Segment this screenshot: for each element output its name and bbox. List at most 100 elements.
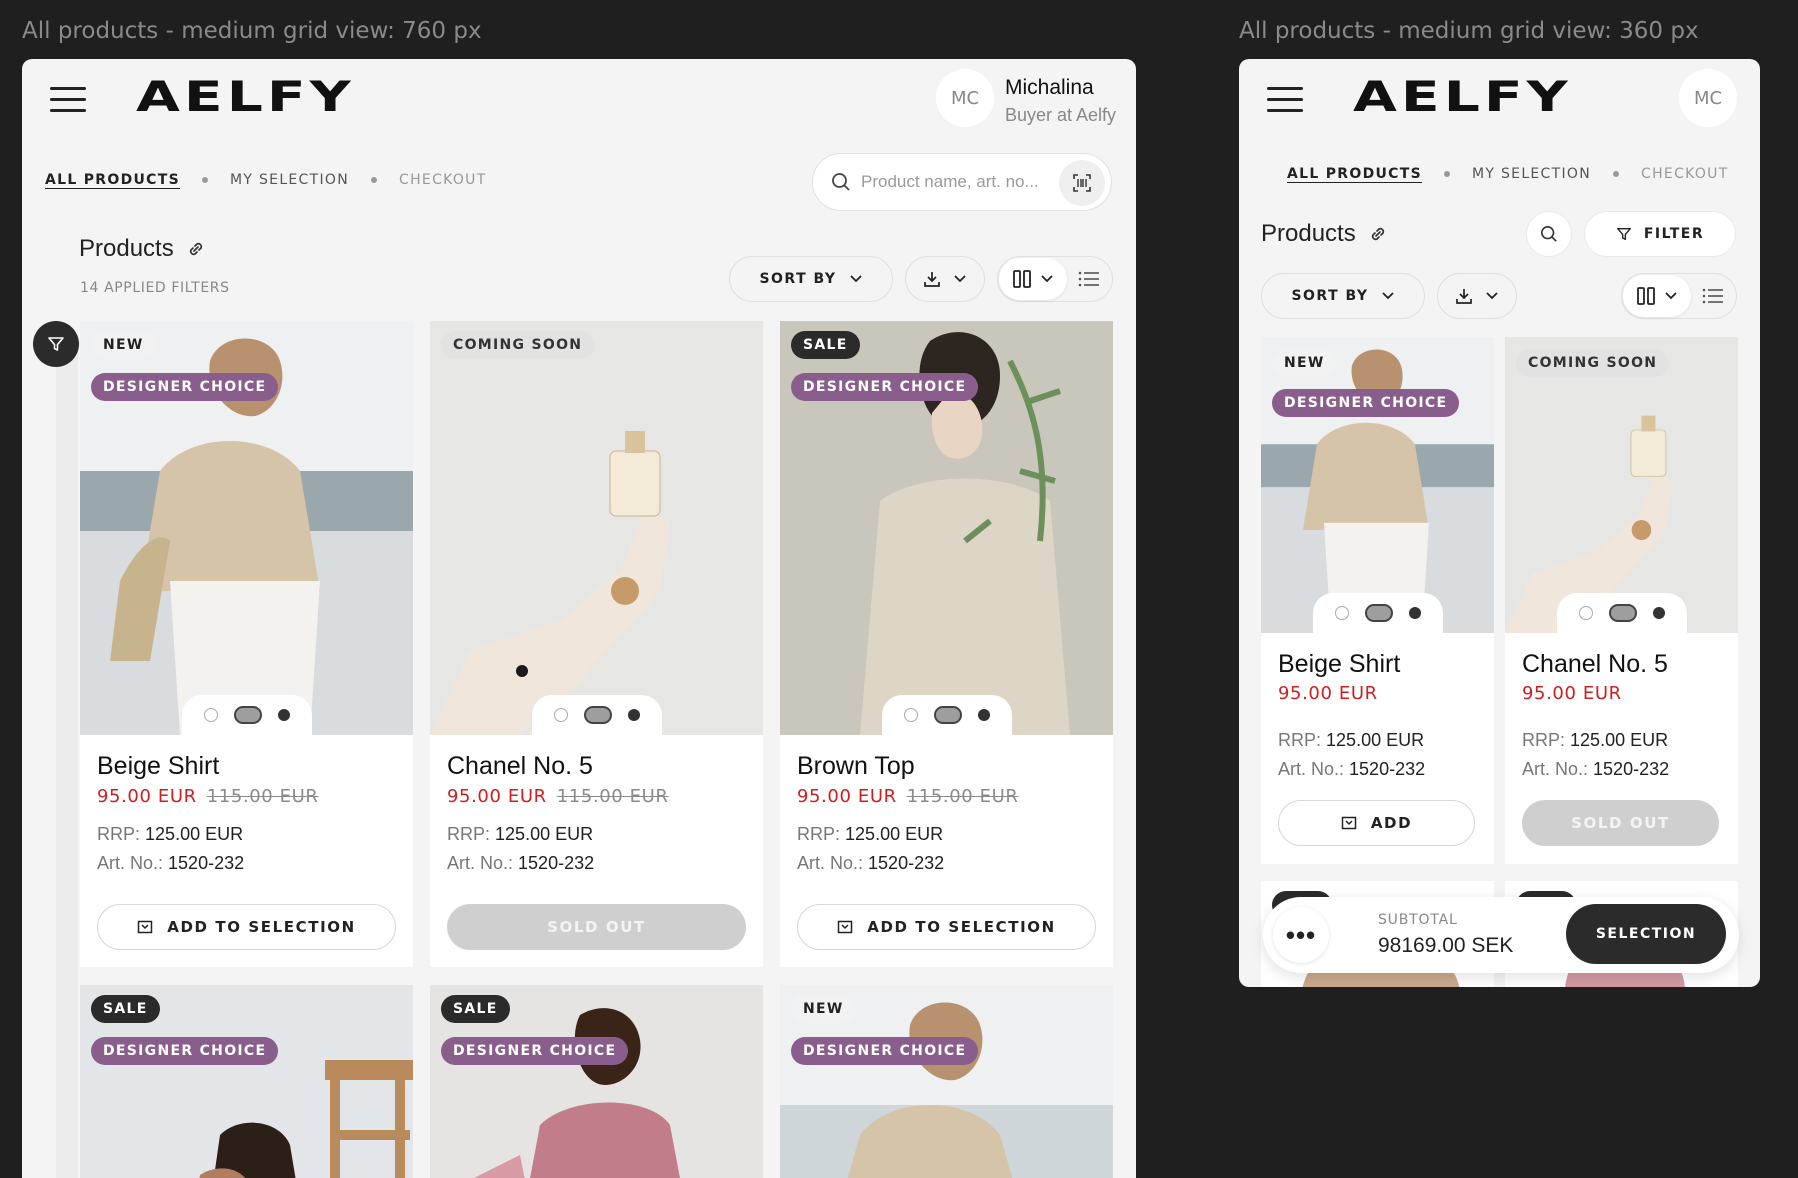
- nav-all-products[interactable]: ALL PRODUCTS: [1287, 166, 1422, 182]
- link-icon[interactable]: [186, 239, 206, 259]
- grid-view-button[interactable]: [1623, 275, 1691, 317]
- more-options-button[interactable]: •••: [1273, 907, 1329, 963]
- swatch-white[interactable]: [903, 708, 918, 722]
- product-name[interactable]: Beige Shirt: [97, 752, 219, 781]
- download-button[interactable]: [905, 256, 985, 302]
- product-image[interactable]: [430, 321, 763, 735]
- cart-icon: [137, 920, 153, 934]
- product-price: 95.00 EUR 115.00 EUR: [447, 786, 668, 807]
- color-swatches: [881, 695, 1012, 735]
- nav-my-selection[interactable]: MY SELECTION: [1472, 166, 1591, 182]
- download-button[interactable]: [1437, 273, 1517, 319]
- search-button[interactable]: [1526, 211, 1572, 257]
- search-icon: [1540, 225, 1557, 242]
- product-card[interactable]: SALE DESIGNER CHOICE: [80, 985, 413, 1178]
- hamburger-icon[interactable]: [50, 87, 86, 113]
- filter-icon: [48, 337, 64, 351]
- selection-button[interactable]: SELECTION: [1566, 904, 1726, 964]
- scan-button[interactable]: [1059, 160, 1105, 206]
- product-art-no: Art. No.: 1520-232: [797, 853, 944, 874]
- swatch-grey[interactable]: [1608, 604, 1637, 622]
- nav-separator: [371, 177, 378, 183]
- add-to-selection-button[interactable]: ADD TO SELECTION: [797, 904, 1096, 950]
- add-to-selection-button[interactable]: ADD TO SELECTION: [97, 904, 396, 950]
- product-rrp: RRP: 125.00 EUR: [797, 824, 943, 845]
- product-card[interactable]: SALE DESIGNER CHOICE: [430, 985, 763, 1178]
- swatch-grey[interactable]: [583, 706, 612, 724]
- old-price: 115.00 EUR: [206, 786, 319, 807]
- nav-checkout[interactable]: CHECKOUT: [399, 172, 487, 188]
- product-rrp: RRP: 125.00 EUR: [1278, 730, 1424, 751]
- product-price: 95.00 EUR: [1522, 683, 1622, 704]
- user-role: Buyer at Aelfy: [1005, 105, 1117, 125]
- view-toggle: [997, 256, 1113, 302]
- product-image[interactable]: [1261, 337, 1494, 633]
- product-card[interactable]: NEW DESIGNER CHOICE: [780, 985, 1113, 1178]
- swatch-white[interactable]: [1578, 606, 1593, 620]
- product-card[interactable]: NEW DESIGNER CHOICE Beige Shirt 95.00 EU…: [1261, 337, 1494, 864]
- swatch-grey[interactable]: [933, 706, 962, 724]
- add-label: ADD: [1370, 814, 1413, 832]
- product-card[interactable]: COMING SOON Chanel No. 5 95.00 EUR RRP: …: [1505, 337, 1738, 864]
- product-name[interactable]: Chanel No. 5: [1522, 650, 1668, 679]
- list-view-icon: [1078, 271, 1099, 287]
- caption-left: All products - medium grid view: 760 px: [22, 18, 482, 44]
- search-input[interactable]: [861, 172, 1061, 192]
- nav-my-selection[interactable]: MY SELECTION: [230, 172, 349, 188]
- color-swatches: [1556, 593, 1687, 633]
- avatar[interactable]: MC: [1679, 69, 1737, 127]
- nav-all-products[interactable]: ALL PRODUCTS: [45, 172, 180, 188]
- swatch-grey[interactable]: [1364, 604, 1393, 622]
- color-swatches: [181, 695, 312, 735]
- logo[interactable]: AELFY: [1353, 72, 1572, 121]
- swatch-black[interactable]: [277, 709, 290, 721]
- chevron-down-icon: [954, 275, 966, 283]
- caption-right: All products - medium grid view: 360 px: [1239, 18, 1699, 44]
- sort-by-button[interactable]: SORT BY: [1261, 273, 1425, 319]
- hamburger-icon[interactable]: [1267, 87, 1303, 113]
- rrp-value: 125.00 EUR: [495, 824, 594, 844]
- product-art-no: Art. No.: 1520-232: [1522, 759, 1669, 780]
- filter-button[interactable]: [33, 321, 79, 367]
- swatch-white[interactable]: [1334, 606, 1349, 620]
- swatch-white[interactable]: [553, 708, 568, 722]
- add-button[interactable]: ADD: [1278, 800, 1475, 846]
- breadcrumb-nav: ALL PRODUCTS MY SELECTION CHECKOUT: [1287, 166, 1729, 182]
- rrp-value: 125.00 EUR: [1326, 730, 1425, 750]
- cart-icon: [1341, 816, 1357, 830]
- product-name[interactable]: Chanel No. 5: [447, 752, 593, 781]
- product-image[interactable]: [1505, 337, 1738, 633]
- swatch-white[interactable]: [203, 708, 218, 722]
- product-name[interactable]: Brown Top: [797, 752, 915, 781]
- badge-designer-choice: DESIGNER CHOICE: [91, 373, 279, 401]
- swatch-black[interactable]: [977, 709, 990, 721]
- swatch-grey[interactable]: [233, 706, 262, 724]
- art-no-value: 1520-232: [868, 853, 945, 873]
- filter-button[interactable]: FILTER: [1584, 211, 1736, 257]
- chevron-down-icon: [1041, 275, 1053, 283]
- link-icon[interactable]: [1368, 224, 1388, 244]
- product-card[interactable]: COMING SOON Chanel No. 5 95.00 EUR 115.00…: [430, 321, 763, 967]
- filter-rail: [56, 344, 78, 1178]
- swatch-black[interactable]: [1408, 607, 1421, 619]
- chevron-down-icon: [1486, 292, 1498, 300]
- cart-icon: [837, 920, 853, 934]
- product-card[interactable]: NEW DESIGNER CHOICE Beige Shirt 95.00 EU…: [80, 321, 413, 967]
- avatar[interactable]: MC: [936, 69, 994, 127]
- applied-filters-count[interactable]: 14 APPLIED FILTERS: [80, 280, 230, 296]
- sold-out-button: SOLD OUT: [1522, 800, 1719, 846]
- badge-designer-choice: DESIGNER CHOICE: [791, 1037, 979, 1065]
- current-price: 95.00 EUR: [797, 786, 897, 807]
- logo[interactable]: AELFY: [136, 72, 355, 121]
- grid-view-button[interactable]: [999, 258, 1067, 300]
- list-view-button[interactable]: [1067, 258, 1111, 300]
- product-card[interactable]: SALE DESIGNER CHOICE Brown Top 95.00 EUR…: [780, 321, 1113, 967]
- product-name[interactable]: Beige Shirt: [1278, 650, 1400, 679]
- list-view-button[interactable]: [1691, 275, 1735, 317]
- rrp-value: 125.00 EUR: [1570, 730, 1669, 750]
- swatch-black[interactable]: [1652, 607, 1665, 619]
- mobile-frame: AELFY MC ALL PRODUCTS MY SELECTION CHECK…: [1239, 59, 1760, 987]
- sort-by-button[interactable]: SORT BY: [729, 256, 893, 302]
- nav-checkout[interactable]: CHECKOUT: [1641, 166, 1729, 182]
- swatch-black[interactable]: [627, 709, 640, 721]
